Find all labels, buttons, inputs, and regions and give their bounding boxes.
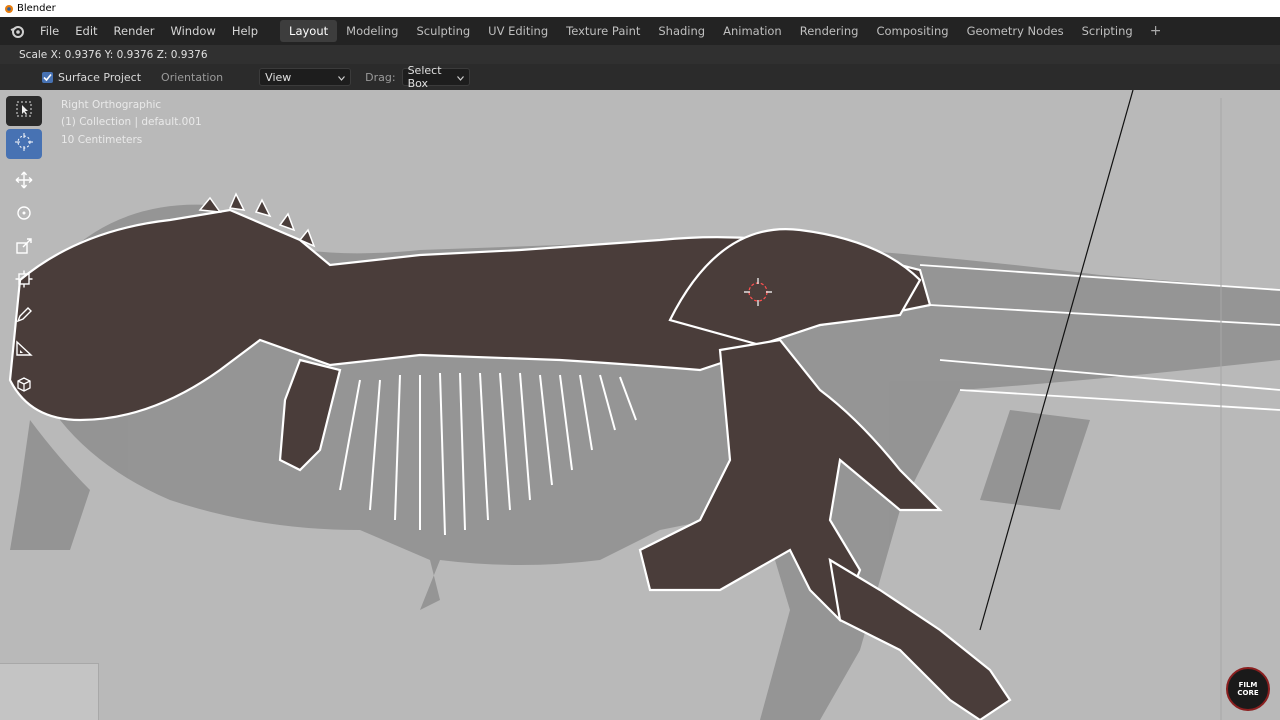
drag-label: Drag:: [365, 70, 396, 84]
tab-animation[interactable]: Animation: [714, 20, 791, 42]
tab-geometry-nodes[interactable]: Geometry Nodes: [958, 20, 1073, 42]
3d-viewport[interactable]: [0, 90, 1280, 720]
blender-logo-icon: [3, 3, 14, 14]
left-toolbar: [6, 96, 44, 404]
measure-tool[interactable]: [6, 335, 42, 365]
viewport-scene: [8, 90, 1280, 720]
top-menubar: File Edit Render Window Help Layout Mode…: [0, 17, 1280, 45]
collection-info: (1) Collection | default.001: [61, 116, 202, 128]
annotate-tool[interactable]: [6, 302, 42, 332]
rotate-tool[interactable]: [6, 200, 42, 230]
surface-project-checkbox[interactable]: [42, 71, 53, 83]
orientation-value: View: [265, 70, 292, 84]
menu-help[interactable]: Help: [224, 20, 266, 42]
scale-icon: [15, 237, 33, 259]
surface-project-label: Surface Project: [58, 70, 142, 84]
watermark-logo: FILM CORE: [1226, 667, 1270, 711]
tab-modeling[interactable]: Modeling: [337, 20, 407, 42]
menu-edit[interactable]: Edit: [67, 20, 105, 42]
tab-shading[interactable]: Shading: [649, 20, 714, 42]
rotate-icon: [15, 204, 33, 226]
tab-layout[interactable]: Layout: [280, 20, 338, 42]
orientation-dropdown[interactable]: View: [259, 68, 352, 86]
scale-tool[interactable]: [6, 233, 42, 263]
transform-tool[interactable]: [6, 266, 42, 296]
tab-rendering[interactable]: Rendering: [791, 20, 868, 42]
tab-compositing[interactable]: Compositing: [867, 20, 957, 42]
scale-readout: Scale X: 0.9376 Y: 0.9376 Z: 0.9376: [19, 48, 208, 61]
drag-dropdown[interactable]: Select Box: [401, 64, 470, 90]
viewport-corner-panel: [0, 663, 99, 720]
tab-texture-paint[interactable]: Texture Paint: [557, 20, 649, 42]
move-icon: [15, 171, 33, 193]
blender-app-menu-icon[interactable]: [8, 22, 26, 40]
measure-icon: [15, 339, 33, 361]
drag-value: Select Box: [407, 64, 442, 90]
transform-icon: [15, 270, 33, 292]
annotate-icon: [15, 306, 33, 328]
tab-uv-editing[interactable]: UV Editing: [479, 20, 557, 42]
window-title: Blender: [17, 3, 56, 14]
chevron-down-icon: [338, 71, 346, 84]
grid-scale-info: 10 Centimeters: [61, 134, 143, 146]
watermark-text: FILM CORE: [1237, 681, 1259, 697]
menu-window[interactable]: Window: [162, 20, 223, 42]
add-cube-tool[interactable]: [6, 371, 42, 401]
tab-scripting[interactable]: Scripting: [1073, 20, 1142, 42]
tab-sculpting[interactable]: Sculpting: [407, 20, 479, 42]
select-box-tool[interactable]: [6, 96, 42, 126]
window-titlebar: Blender: [0, 0, 1280, 17]
chevron-down-icon: [456, 71, 464, 84]
select-box-icon: [15, 100, 33, 122]
operator-status-bar: Scale X: 0.9376 Y: 0.9376 Z: 0.9376: [0, 45, 1280, 64]
menu-render[interactable]: Render: [106, 20, 163, 42]
orientation-label: Orientation: [161, 70, 224, 84]
menu-file[interactable]: File: [32, 20, 67, 42]
add-cube-icon: [15, 375, 33, 397]
cursor-icon: [14, 132, 34, 156]
move-tool[interactable]: [6, 167, 42, 197]
cursor-tool[interactable]: [6, 129, 42, 159]
tool-options-bar: Surface Project Orientation View Drag: S…: [0, 64, 1280, 90]
view-name: Right Orthographic: [61, 99, 162, 111]
add-workspace-button[interactable]: +: [1142, 23, 1170, 39]
